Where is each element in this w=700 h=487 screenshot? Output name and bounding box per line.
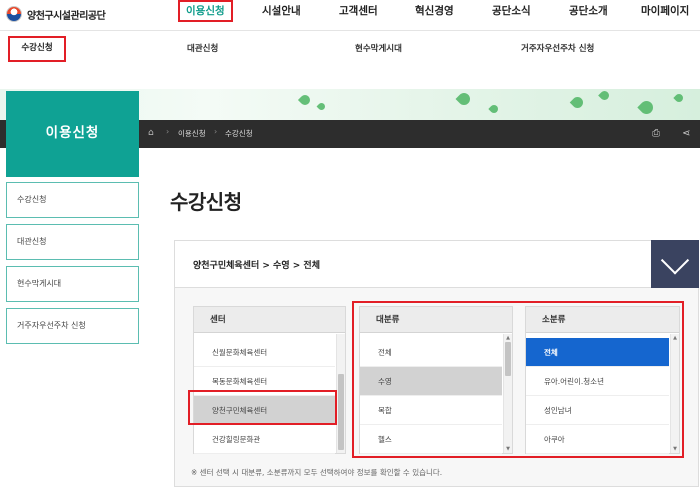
sidebar-item-rental[interactable]: 대관신청 [6,224,139,260]
minor-item-all[interactable]: 전체 [526,338,669,367]
major-item-combined[interactable]: 복합 [360,396,502,425]
minor-item-aqua[interactable]: 아쿠아 [526,425,669,454]
share-icon[interactable]: ⋖ [682,128,690,139]
minor-list-scrollbar[interactable]: ▲ ▼ [670,334,679,453]
major-item-all[interactable]: 전체 [360,338,502,367]
sidebar-item-resident-parking[interactable]: 거주자우선주차 신청 [6,308,139,344]
print-icon[interactable]: ⎙ [652,128,660,139]
center-item-sinwol[interactable]: 신월문화체육센터 [194,338,335,367]
minor-category-list: 소분류 전체 유아.어린이.청소년 성인남녀 아쿠아 ▲ ▼ [525,306,680,454]
center-list-scrollbar[interactable] [336,334,345,453]
sub-navigation: 수강신청 대관신청 현수막게시대 거주자우선주차 신청 [0,31,700,89]
breadcrumb-item-apply[interactable]: 이용신청 [178,128,206,139]
clover-icon [569,94,586,111]
clover-icon [316,101,327,112]
breadcrumb-item-current[interactable]: 수강신청 [225,128,253,139]
clover-icon [673,92,685,104]
home-icon[interactable]: ⌂ [148,128,159,139]
clover-icon [637,98,656,117]
center-list: 센터 신월문화체육센터 목동문화체육센터 양천구민체육센터 건강힐링문화관 [193,306,346,454]
top-navigation: 양천구시설관리공단 이용신청 시설안내 고객센터 혁신경영 공단소식 공단소개 … [0,0,700,31]
chevron-right-icon: › [166,127,170,136]
scroll-down-icon[interactable]: ▼ [504,446,512,452]
nav-item-news[interactable]: 공단소식 [492,0,531,24]
scrollbar-thumb[interactable] [338,374,344,450]
scroll-down-icon[interactable]: ▼ [671,446,679,452]
subnav-item-rental[interactable]: 대관신청 [187,42,218,54]
chevron-right-icon: › [214,127,218,136]
nav-item-innovation[interactable]: 혁신경영 [415,0,454,24]
nav-item-customer-center[interactable]: 고객센터 [339,0,378,24]
nav-item-facilities[interactable]: 시설안내 [262,0,301,24]
sidebar-title: 이용신청 [6,91,139,177]
logo-mark-icon [6,6,22,22]
toggle-panel-button[interactable] [651,240,699,288]
major-list-scrollbar[interactable]: ▲ ▼ [503,334,512,453]
chevron-down-icon [660,246,690,275]
minor-item-adult[interactable]: 성인남녀 [526,396,669,425]
center-item-mokdong[interactable]: 목동문화체육센터 [194,367,335,396]
clover-icon [297,92,313,108]
clover-icon [598,89,611,102]
scroll-up-icon[interactable]: ▲ [504,335,512,341]
nav-item-mypage[interactable]: 마이페이지 [641,0,689,24]
scrollbar-thumb[interactable] [505,342,511,376]
nav-item-about[interactable]: 공단소개 [569,0,608,24]
nav-item-apply[interactable]: 이용신청 [178,0,233,22]
minor-category-header: 소분류 [526,307,679,333]
center-item-healing[interactable]: 건강힐링문화관 [194,425,335,454]
major-item-fitness[interactable]: 헬스 [360,425,502,454]
clover-icon [455,90,473,108]
sidebar-item-banner[interactable]: 현수막게시대 [6,266,139,302]
logo-text: 양천구시설관리공단 [27,10,106,22]
page-title: 수강신청 [170,190,242,214]
selection-note: ※ 센터 선택 시 대분류, 소분류까지 모두 선택하여야 정보를 확인할 수 … [191,468,443,477]
subnav-item-class-registration[interactable]: 수강신청 [8,36,66,62]
subnav-item-banner[interactable]: 현수막게시대 [355,42,402,54]
sidebar-item-class-registration[interactable]: 수강신청 [6,182,139,218]
center-item-yangcheon[interactable]: 양천구민체육센터 [194,396,335,425]
subnav-item-resident-parking[interactable]: 거주자우선주차 신청 [521,42,594,54]
major-item-swimming[interactable]: 수영 [360,367,502,396]
major-category-header: 대분류 [360,307,512,333]
minor-item-youth[interactable]: 유아.어린이.청소년 [526,367,669,396]
center-list-header: 센터 [194,307,345,333]
major-category-list: 대분류 전체 수영 복합 헬스 ▲ ▼ [359,306,513,454]
site-logo[interactable]: 양천구시설관리공단 [6,5,106,23]
scroll-up-icon[interactable]: ▲ [671,335,679,341]
clover-icon [488,103,500,115]
selection-path: 양천구민체육센터 > 수영 > 전체 [193,261,320,271]
